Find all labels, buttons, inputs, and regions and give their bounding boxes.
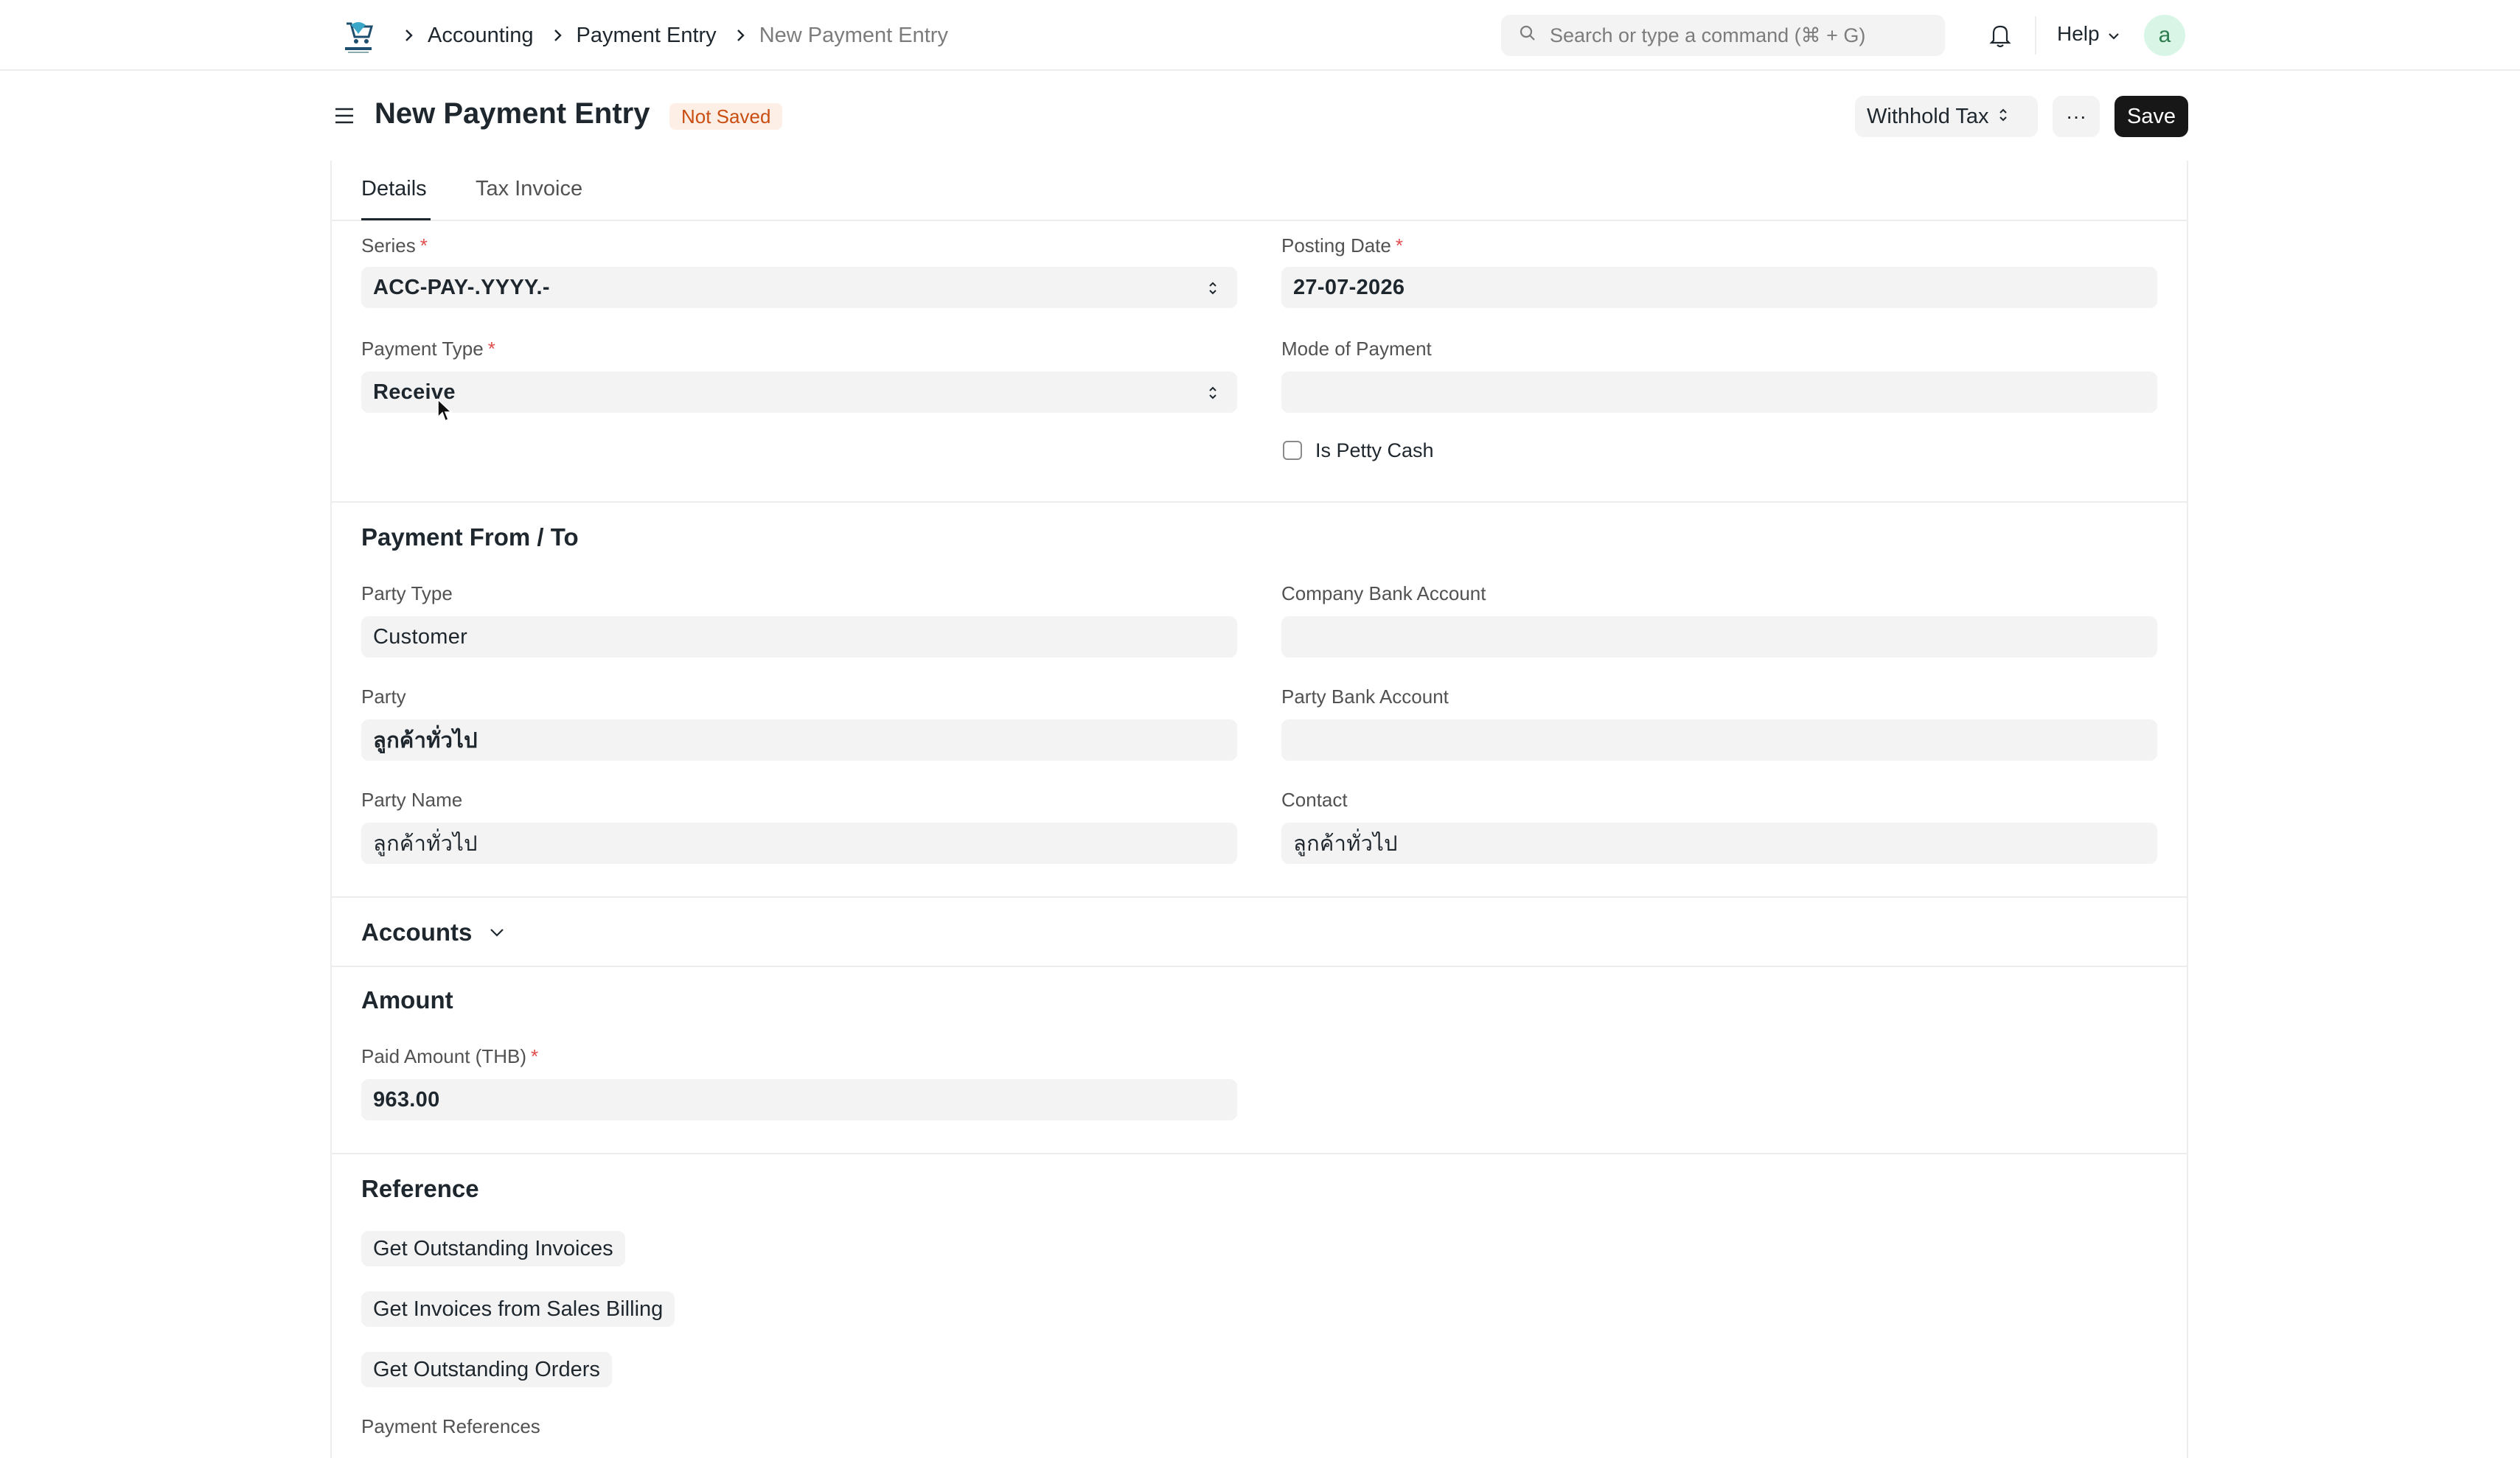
form-tabs: Details Tax Invoice — [332, 161, 2187, 221]
page-title: New Payment Entry — [375, 97, 650, 130]
app-logo-icon[interactable] — [341, 18, 376, 55]
search-bar[interactable]: Search or type a command (⌘ + G) — [1501, 15, 1945, 56]
withhold-tax-label: Withhold Tax — [1867, 104, 1989, 128]
posting-date-field[interactable]: 27-07-2026 — [1281, 267, 2157, 308]
withhold-tax-button[interactable]: Withhold Tax — [1855, 96, 2038, 137]
section-title-accounts: Accounts — [361, 918, 473, 946]
help-dropdown[interactable]: Help — [2057, 22, 2120, 46]
mode-of-payment-label: Mode of Payment — [1281, 338, 1432, 360]
more-actions-button[interactable]: ··· — [2053, 96, 2100, 137]
party-name-field[interactable]: ลูกค้าทั่วไป — [361, 823, 1237, 864]
party-name-label: Party Name — [361, 789, 463, 811]
section-title-reference: Reference — [361, 1175, 479, 1202]
chevron-right-icon — [404, 28, 414, 43]
mouse-cursor-icon — [436, 398, 453, 427]
posting-date-label: Posting Date * — [1281, 234, 1403, 257]
tab-tax-invoice[interactable]: Tax Invoice — [476, 177, 582, 201]
section-divider — [332, 1153, 2187, 1154]
payment-references-label: Payment References — [361, 1415, 540, 1437]
section-toggle-accounts[interactable]: Accounts — [361, 918, 506, 946]
top-navbar: Accounting Payment Entry New Payment Ent… — [0, 0, 2520, 71]
paid-amount-field[interactable]: 963.00 — [361, 1079, 1237, 1120]
party-type-field[interactable]: Customer — [361, 616, 1237, 658]
paid-amount-label: Paid Amount (THB) * — [361, 1045, 539, 1067]
breadcrumb: Accounting Payment Entry New Payment Ent… — [404, 21, 967, 50]
help-label: Help — [2057, 22, 2100, 45]
chevron-down-icon — [2100, 22, 2120, 46]
get-outstanding-invoices-button[interactable]: Get Outstanding Invoices — [361, 1231, 625, 1266]
select-arrows-icon — [1208, 383, 1218, 408]
series-label: Series * — [361, 234, 428, 257]
status-badge: Not Saved — [669, 103, 783, 130]
company-bank-account-label: Company Bank Account — [1281, 582, 1486, 604]
navbar-divider — [2035, 16, 2036, 55]
party-bank-account-field[interactable] — [1281, 719, 2157, 761]
series-value: ACC-PAY-.YYYY.- — [373, 275, 550, 299]
contact-label: Contact — [1281, 789, 1348, 811]
section-divider — [332, 966, 2187, 967]
tab-details[interactable]: Details — [361, 177, 427, 201]
party-label: Party — [361, 686, 406, 708]
select-arrows-icon — [1208, 279, 1218, 303]
section-title-amount: Amount — [361, 986, 453, 1014]
payment-type-label: Payment Type * — [361, 338, 495, 360]
contact-field[interactable]: ลูกค้าทั่วไป — [1281, 823, 2157, 864]
party-bank-account-label: Party Bank Account — [1281, 686, 1449, 708]
get-invoices-from-sales-billing-button[interactable]: Get Invoices from Sales Billing — [361, 1291, 675, 1327]
avatar[interactable]: a — [2144, 15, 2185, 56]
section-divider — [332, 896, 2187, 898]
select-arrows-icon — [1989, 105, 2008, 129]
is-petty-cash-checkbox[interactable] — [1283, 441, 1302, 460]
form-card: Details Tax Invoice Series * ACC-PAY-.YYY… — [330, 161, 2188, 1458]
party-field[interactable]: ลูกค้าทั่วไป — [361, 719, 1237, 761]
chevron-right-icon — [736, 28, 746, 43]
party-type-label: Party Type — [361, 582, 453, 604]
company-bank-account-field[interactable] — [1281, 616, 2157, 658]
is-petty-cash-label: Is Petty Cash — [1315, 439, 1434, 461]
chevron-right-icon — [553, 28, 563, 43]
search-icon — [1519, 24, 1550, 47]
chevron-down-icon — [488, 927, 506, 938]
hamburger-icon[interactable] — [333, 105, 355, 130]
get-outstanding-orders-button[interactable]: Get Outstanding Orders — [361, 1352, 612, 1387]
search-placeholder: Search or type a command (⌘ + G) — [1550, 24, 1866, 46]
save-button[interactable]: Save — [2114, 96, 2188, 137]
breadcrumb-payment-entry[interactable]: Payment Entry — [577, 24, 717, 48]
bell-icon[interactable] — [1988, 22, 2013, 52]
mode-of-payment-field[interactable] — [1281, 372, 2157, 413]
breadcrumb-accounting[interactable]: Accounting — [428, 24, 534, 48]
series-select[interactable]: ACC-PAY-.YYYY.- — [361, 267, 1237, 308]
breadcrumb-current: New Payment Entry — [759, 23, 948, 47]
payment-type-select[interactable]: Receive — [361, 372, 1237, 413]
active-tab-indicator — [361, 218, 431, 220]
section-title-payment-from-to: Payment From / To — [361, 523, 579, 551]
section-divider — [332, 501, 2187, 503]
